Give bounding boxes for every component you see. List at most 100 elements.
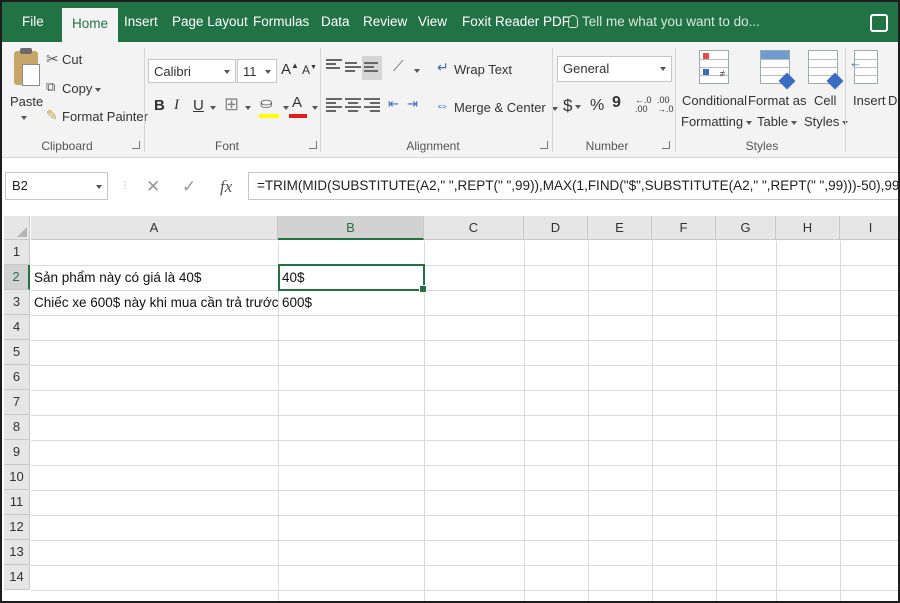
top-align-icon[interactable] bbox=[326, 59, 342, 73]
format-as-table-button[interactable]: Format as bbox=[748, 93, 807, 108]
font-group-label: Font bbox=[214, 139, 239, 153]
italic-button[interactable]: I bbox=[174, 97, 179, 114]
name-box[interactable]: B2 bbox=[5, 172, 108, 200]
gridline bbox=[31, 365, 898, 366]
tell-me-box[interactable]: Tell me what you want to do... bbox=[568, 14, 760, 29]
tab-foxit-reader-pdf[interactable]: Foxit Reader PDF bbox=[462, 14, 570, 29]
cell-b3[interactable]: 600$ bbox=[279, 290, 424, 315]
cell-a2[interactable]: Sản phẩm này có giá là 40$ bbox=[31, 265, 278, 290]
cancel-icon[interactable]: ✕ bbox=[146, 177, 160, 197]
row-header-6[interactable]: 6 bbox=[4, 365, 30, 390]
font-launcher-icon[interactable] bbox=[309, 141, 317, 149]
row-header-1[interactable]: 1 bbox=[4, 240, 30, 265]
fill-color-dropdown[interactable] bbox=[280, 99, 289, 114]
currency-button[interactable]: $ bbox=[563, 96, 582, 116]
bold-button[interactable]: B bbox=[154, 97, 165, 114]
select-all-button[interactable] bbox=[4, 216, 30, 240]
format-as-table-button-line2[interactable]: Table bbox=[757, 114, 798, 129]
align-center-icon[interactable] bbox=[345, 98, 361, 112]
increase-font-icon[interactable]: A▲ bbox=[281, 61, 299, 78]
borders-dropdown[interactable] bbox=[242, 99, 251, 114]
fill-color-icon[interactable]: ⛀ bbox=[260, 94, 273, 112]
column-header-g[interactable]: G bbox=[716, 216, 776, 240]
row-header-4[interactable]: 4 bbox=[4, 315, 30, 340]
cell-styles-button-line2[interactable]: Styles bbox=[804, 114, 849, 129]
tab-review[interactable]: Review bbox=[363, 14, 407, 29]
orientation-dropdown[interactable] bbox=[411, 62, 420, 77]
row-header-8[interactable]: 8 bbox=[4, 415, 30, 440]
column-header-i[interactable]: I bbox=[840, 216, 898, 240]
tab-view[interactable]: View bbox=[418, 14, 447, 29]
conditional-formatting-button-line2[interactable]: Formatting bbox=[681, 114, 753, 129]
insert-button[interactable]: Insert bbox=[853, 93, 886, 108]
cell-a3[interactable]: Chiếc xe 600$ này khi mua cần trả trước bbox=[31, 290, 278, 315]
decrease-indent-icon[interactable]: ⇤ bbox=[388, 96, 399, 112]
tab-page-layout[interactable]: Page Layout bbox=[172, 14, 248, 29]
font-color-dropdown[interactable] bbox=[309, 99, 318, 114]
share-icon[interactable] bbox=[870, 14, 888, 32]
copy-button[interactable]: Copy bbox=[62, 81, 102, 96]
orientation-icon[interactable]: ⟋ bbox=[393, 58, 404, 75]
row-header-14[interactable]: 14 bbox=[4, 565, 30, 590]
row-header-2[interactable]: 2 bbox=[4, 265, 30, 290]
number-launcher-icon[interactable] bbox=[662, 141, 670, 149]
tab-file[interactable]: File bbox=[22, 14, 44, 29]
increase-indent-icon[interactable]: ⇥ bbox=[407, 96, 418, 112]
paste-dropdown[interactable] bbox=[18, 112, 27, 122]
clipboard-launcher-icon[interactable] bbox=[132, 141, 140, 149]
row-header-11[interactable]: 11 bbox=[4, 490, 30, 515]
conditional-formatting-button[interactable]: Conditional bbox=[682, 93, 747, 108]
comma-style-button[interactable]: 9 bbox=[612, 94, 621, 112]
enter-icon[interactable]: ✓ bbox=[182, 177, 196, 197]
column-header-c[interactable]: C bbox=[424, 216, 524, 240]
tab-insert[interactable]: Insert bbox=[124, 14, 158, 29]
row-header-12[interactable]: 12 bbox=[4, 515, 30, 540]
underline-button[interactable]: U bbox=[193, 97, 204, 114]
column-header-b[interactable]: B bbox=[278, 216, 424, 240]
borders-icon[interactable]: ⊞ bbox=[224, 94, 239, 115]
format-as-table-icon bbox=[760, 50, 796, 90]
delete-button[interactable]: De bbox=[888, 93, 898, 108]
wrap-text-button[interactable]: Wrap Text bbox=[454, 62, 512, 77]
column-header-d[interactable]: D bbox=[524, 216, 588, 240]
font-size-select[interactable]: 11 bbox=[237, 59, 277, 83]
font-name-select[interactable]: Calibri bbox=[148, 59, 236, 83]
insert-function-button[interactable]: fx bbox=[220, 177, 232, 197]
row-header-7[interactable]: 7 bbox=[4, 390, 30, 415]
font-color-icon[interactable]: A bbox=[292, 94, 302, 111]
gridline bbox=[31, 515, 898, 516]
formula-input[interactable]: =TRIM(MID(SUBSTITUTE(A2," ",REPT(" ",99)… bbox=[248, 172, 898, 200]
merge-center-button[interactable]: Merge & Center bbox=[454, 100, 558, 115]
column-header-e[interactable]: E bbox=[588, 216, 652, 240]
row-header-3[interactable]: 3 bbox=[4, 290, 30, 315]
cut-button[interactable]: Cut bbox=[62, 52, 82, 67]
number-format-select[interactable]: General bbox=[557, 56, 672, 82]
active-cell-selection[interactable] bbox=[278, 264, 427, 293]
gridline bbox=[31, 315, 898, 316]
row-header-5[interactable]: 5 bbox=[4, 340, 30, 365]
middle-align-icon[interactable] bbox=[345, 62, 361, 76]
alignment-launcher-icon[interactable] bbox=[540, 141, 548, 149]
paste-button[interactable]: Paste bbox=[10, 94, 43, 109]
tab-formulas[interactable]: Formulas bbox=[253, 14, 309, 29]
increase-decimal-icon[interactable]: ←.0.00 bbox=[635, 96, 652, 114]
percent-button[interactable]: % bbox=[590, 97, 604, 115]
align-left-icon[interactable] bbox=[326, 98, 342, 112]
tab-data[interactable]: Data bbox=[321, 14, 350, 29]
underline-dropdown[interactable] bbox=[207, 99, 216, 114]
column-header-a[interactable]: A bbox=[31, 216, 278, 240]
column-header-h[interactable]: H bbox=[776, 216, 840, 240]
group-divider bbox=[845, 48, 846, 152]
bottom-align-icon[interactable] bbox=[362, 56, 382, 80]
cell-styles-button[interactable]: Cell bbox=[814, 93, 836, 108]
column-header-f[interactable]: F bbox=[652, 216, 716, 240]
align-right-icon[interactable] bbox=[364, 98, 380, 112]
tab-home[interactable]: Home bbox=[62, 8, 119, 42]
row-header-10[interactable]: 10 bbox=[4, 465, 30, 490]
row-header-13[interactable]: 13 bbox=[4, 540, 30, 565]
tell-me-text: Tell me what you want to do... bbox=[582, 14, 760, 29]
decrease-font-icon[interactable]: A▼ bbox=[302, 63, 317, 77]
decrease-decimal-icon[interactable]: .00 →.0 bbox=[657, 96, 674, 114]
row-header-9[interactable]: 9 bbox=[4, 440, 30, 465]
format-painter-button[interactable]: Format Painter bbox=[62, 109, 148, 124]
